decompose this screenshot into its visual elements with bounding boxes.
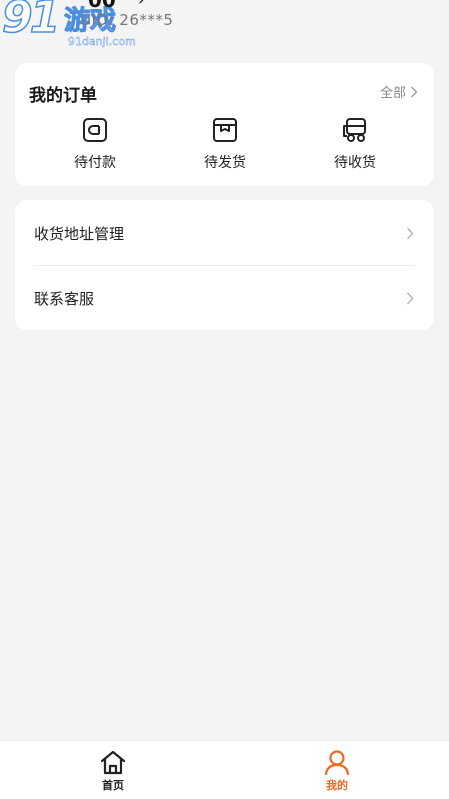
order-pending-shipment[interactable]: 待发货: [185, 117, 265, 172]
menu-card: 收货地址管理 联系客服: [15, 200, 434, 330]
tab-home[interactable]: 首页: [83, 749, 143, 793]
chevron-right-icon: [411, 86, 418, 97]
orders-title: 我的订单: [29, 86, 97, 106]
bottom-tab-bar: 首页 我的: [0, 740, 449, 799]
order-item-label: 待付款: [74, 155, 116, 171]
orders-card: 我的订单 全部 待付款 待发货 待收货: [15, 63, 434, 186]
tab-label: 我的: [326, 779, 348, 792]
order-item-label: 待收货: [334, 155, 376, 171]
menu-item-customer-service[interactable]: 联系客服: [15, 265, 434, 330]
orders-all-link[interactable]: 全部: [380, 82, 418, 101]
user-header: 91 游戏 91danji.com 00 › UID: 26***5: [0, 0, 449, 48]
watermark-url: 91danji.com: [68, 35, 136, 48]
user-icon: [324, 750, 350, 775]
home-icon: [100, 750, 126, 775]
orders-all-label: 全部: [379, 86, 406, 101]
order-item-label: 待发货: [204, 155, 246, 171]
package-icon: [213, 118, 237, 142]
menu-item-address[interactable]: 收货地址管理: [15, 200, 434, 265]
chevron-right-icon: [407, 292, 414, 305]
menu-item-label: 收货地址管理: [34, 225, 125, 243]
tab-mine[interactable]: 我的: [307, 749, 367, 793]
profile-page: 91 游戏 91danji.com 00 › UID: 26***5 我的订单 …: [0, 0, 449, 799]
watermark-number: 91: [1, 0, 61, 44]
user-uid: UID: 26***5: [80, 11, 174, 29]
delivery-truck-icon: [343, 118, 366, 142]
menu-item-label: 联系客服: [34, 290, 95, 308]
order-pending-receipt[interactable]: 待收货: [315, 117, 395, 172]
chevron-right-icon[interactable]: ›: [138, 0, 144, 9]
order-pending-payment[interactable]: 待付款: [55, 117, 135, 172]
chevron-right-icon: [407, 227, 414, 240]
tab-label: 首页: [102, 779, 124, 792]
wallet-icon: [83, 118, 107, 142]
